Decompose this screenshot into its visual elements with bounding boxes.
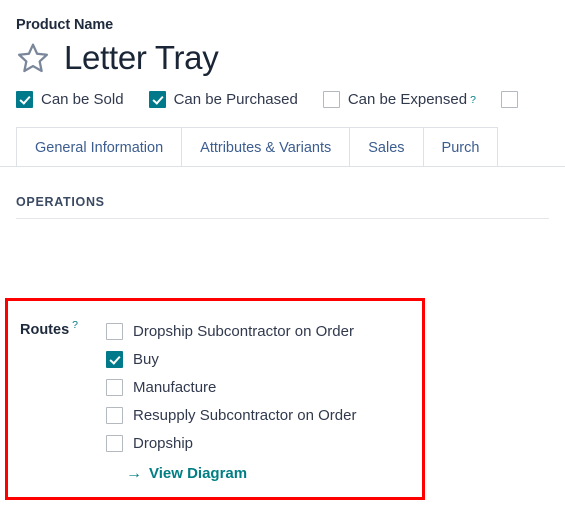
checkbox-can-be-expensed[interactable]: [322, 91, 340, 109]
route-item-manufacture[interactable]: Manufacture: [106, 373, 356, 401]
page-title: Letter Tray: [64, 38, 219, 76]
section-heading-operations: OPERATIONS: [16, 195, 549, 220]
checkbox-dropship[interactable]: [106, 434, 123, 452]
operations-section: OPERATIONS: [16, 195, 549, 220]
routes-highlight-box: Routes? Dropship Subcontractor on Order …: [5, 298, 425, 500]
star-icon[interactable]: [16, 41, 50, 75]
tab-label-attributes-variants: Attributes & Variants: [200, 139, 332, 156]
product-title-row: Letter Tray: [16, 38, 565, 76]
checkbox-can-be-purchased[interactable]: [148, 91, 166, 109]
route-label-dropship: Dropship: [133, 434, 194, 452]
product-tab-bar: General Information Attributes & Variant…: [0, 126, 565, 168]
route-label-manufacture: Manufacture: [133, 378, 217, 396]
checkbox-buy[interactable]: [106, 350, 123, 368]
route-item-buy[interactable]: Buy: [106, 345, 356, 373]
flag-can-be-expensed[interactable]: Can be Expensed ?: [322, 91, 476, 109]
checkbox-resupply-subcontractor-on-order[interactable]: [106, 406, 123, 424]
tab-label-sales: Sales: [368, 139, 405, 156]
route-label-resupply-subcontractor-on-order: Resupply Subcontractor on Order: [133, 406, 357, 424]
route-item-resupply-subcontractor-on-order[interactable]: Resupply Subcontractor on Order: [106, 401, 356, 429]
help-icon-routes[interactable]: ?: [72, 319, 78, 331]
product-header: Product Name Letter Tray: [0, 0, 565, 75]
checkbox-can-be-sold[interactable]: [16, 91, 33, 109]
view-diagram-label: View Diagram: [149, 465, 248, 482]
flag-truncated[interactable]: [500, 91, 518, 109]
tab-label-general-information: General Information: [35, 139, 164, 156]
routes-checkbox-list: Dropship Subcontractor on Order Buy Manu…: [106, 317, 356, 482]
route-item-dropship[interactable]: Dropship: [106, 429, 356, 457]
tab-general-information[interactable]: General Information: [16, 127, 183, 167]
flag-label-can-be-purchased: Can be Purchased: [173, 91, 298, 109]
flag-label-can-be-sold: Can be Sold: [41, 91, 124, 109]
tab-label-purchase: Purch: [441, 139, 480, 156]
checkbox-truncated[interactable]: [500, 91, 518, 109]
flag-can-be-sold[interactable]: Can be Sold: [16, 91, 124, 109]
routes-field: Routes? Dropship Subcontractor on Order …: [8, 301, 422, 482]
tab-sales[interactable]: Sales: [349, 127, 424, 167]
flag-can-be-purchased[interactable]: Can be Purchased: [148, 91, 298, 109]
flag-label-can-be-expensed: Can be Expensed: [347, 91, 468, 109]
route-item-dropship-subcontractor-on-order[interactable]: Dropship Subcontractor on Order: [106, 317, 356, 345]
routes-field-label: Routes?: [20, 317, 78, 482]
tab-purchase[interactable]: Purch: [422, 127, 499, 167]
help-icon-can-be-expensed[interactable]: ?: [470, 94, 476, 106]
view-diagram-link[interactable]: → View Diagram: [126, 465, 356, 482]
arrow-right-icon: →: [126, 464, 142, 482]
route-label-dropship-subcontractor-on-order: Dropship Subcontractor on Order: [133, 322, 354, 340]
product-flags-row: Can be Sold Can be Purchased Can be Expe…: [16, 91, 565, 109]
checkbox-manufacture[interactable]: [106, 378, 123, 396]
product-name-field-label: Product Name: [16, 17, 114, 33]
tab-attributes-variants[interactable]: Attributes & Variants: [181, 127, 351, 167]
checkbox-dropship-subcontractor-on-order[interactable]: [106, 322, 123, 340]
routes-label-text: Routes: [20, 321, 70, 338]
route-label-buy: Buy: [133, 350, 159, 368]
